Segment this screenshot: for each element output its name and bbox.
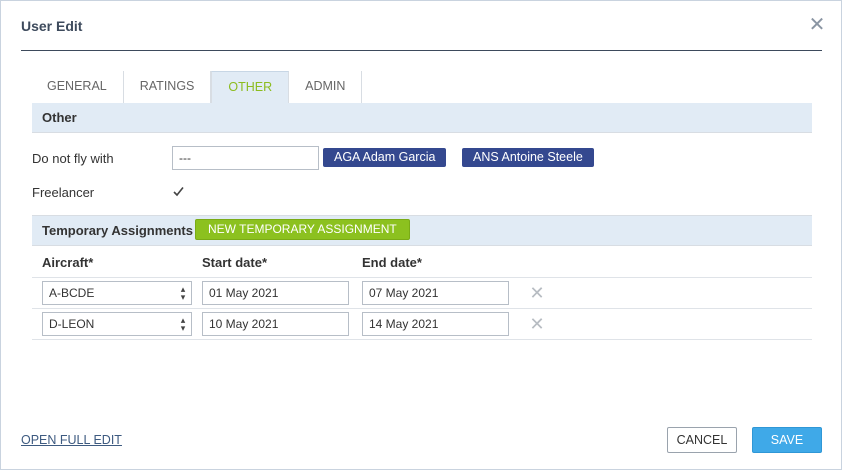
select-arrows-icon: ▴ ▾ — [180, 284, 186, 302]
aircraft-select-value: D-LEON — [49, 317, 95, 331]
remove-row-icon[interactable]: ✕ — [529, 284, 545, 302]
tab-general[interactable]: GENERAL — [31, 71, 124, 103]
checkmark-icon — [172, 185, 185, 198]
freelancer-checkbox[interactable] — [172, 185, 185, 198]
column-header-start-date: Start date* — [202, 255, 268, 270]
close-icon[interactable]: ✕ — [807, 15, 827, 35]
row-divider — [32, 308, 812, 309]
start-date-input[interactable]: 10 May 2021 — [202, 312, 349, 336]
user-edit-dialog: User Edit ✕ GENERAL RATINGS OTHER ADMIN … — [0, 0, 842, 470]
column-header-aircraft: Aircraft* — [42, 255, 94, 270]
aircraft-select[interactable]: D-LEON ▴ ▾ — [42, 312, 192, 336]
tab-bar: GENERAL RATINGS OTHER ADMIN — [31, 71, 363, 103]
tab-admin[interactable]: ADMIN — [289, 71, 363, 103]
remove-row-icon[interactable]: ✕ — [529, 315, 545, 333]
open-full-edit-link[interactable]: OPEN FULL EDIT — [21, 433, 122, 447]
temporary-assignments-label: Temporary Assignments — [42, 223, 193, 238]
aircraft-select-value: A-BCDE — [49, 286, 95, 300]
new-temporary-assignment-button[interactable]: NEW TEMPORARY ASSIGNMENT — [195, 219, 410, 240]
freelancer-label: Freelancer — [32, 185, 95, 200]
start-date-input[interactable]: 01 May 2021 — [202, 281, 349, 305]
column-header-end-date: End date* — [362, 255, 422, 270]
select-arrows-icon: ▴ ▾ — [180, 315, 186, 333]
temporary-assignments-heading: Temporary Assignments — [32, 215, 812, 246]
table-header-divider — [32, 277, 812, 278]
do-not-fly-label: Do not fly with — [32, 151, 114, 166]
cancel-button[interactable]: CANCEL — [667, 427, 737, 453]
end-date-input[interactable]: 14 May 2021 — [362, 312, 509, 336]
save-button[interactable]: SAVE — [752, 427, 822, 453]
row-divider — [32, 339, 812, 340]
end-date-input[interactable]: 07 May 2021 — [362, 281, 509, 305]
dialog-title: User Edit — [21, 18, 83, 34]
tab-other[interactable]: OTHER — [211, 71, 290, 103]
do-not-fly-input[interactable] — [172, 146, 319, 170]
title-divider — [21, 50, 822, 51]
other-section-heading: Other — [32, 103, 812, 133]
do-not-fly-tag-ans[interactable]: ANS Antoine Steele — [462, 148, 594, 167]
do-not-fly-tag-aga[interactable]: AGA Adam Garcia — [323, 148, 447, 167]
tab-ratings[interactable]: RATINGS — [124, 71, 212, 103]
aircraft-select[interactable]: A-BCDE ▴ ▾ — [42, 281, 192, 305]
